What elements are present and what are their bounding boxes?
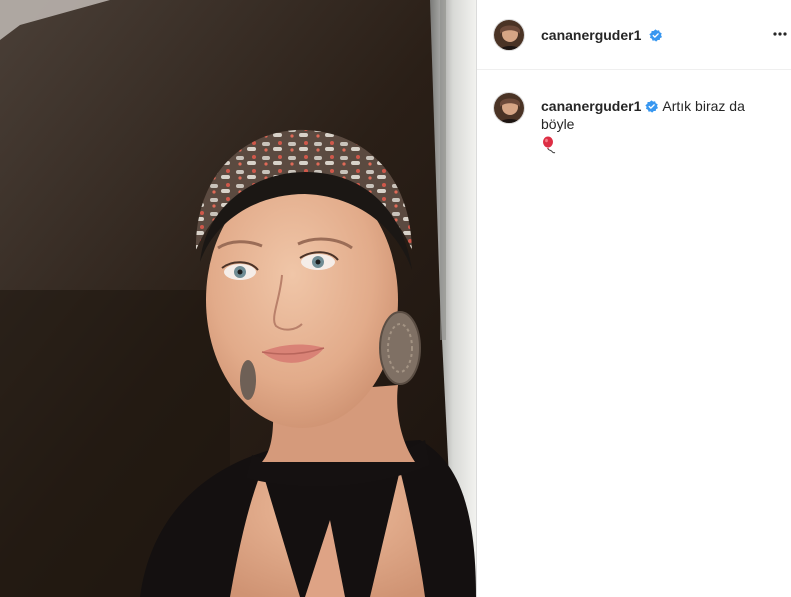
author-avatar[interactable] <box>493 18 525 51</box>
post-header: cananerguder1 <box>477 0 791 70</box>
verified-badge-icon <box>645 100 659 113</box>
more-options-icon <box>773 32 787 36</box>
selfie-photo-illustration <box>0 0 476 597</box>
instagram-post: cananerguder1 cananerguder1 Artık biraz … <box>0 0 791 597</box>
balloon-emoji-icon <box>543 136 556 154</box>
post-photo[interactable] <box>0 0 476 597</box>
author-username-text[interactable]: cananerguder1 <box>541 27 641 43</box>
caption-avatar[interactable] <box>493 92 525 124</box>
profile-photo-avatar <box>494 93 524 123</box>
author-username[interactable]: cananerguder1 <box>541 27 663 43</box>
caption: cananerguder1 Artık biraz da böyle <box>477 70 791 154</box>
caption-body: cananerguder1 Artık biraz da böyle <box>541 97 775 154</box>
profile-photo-avatar <box>494 19 524 50</box>
post-side-panel: cananerguder1 cananerguder1 Artık biraz … <box>476 0 791 597</box>
caption-username[interactable]: cananerguder1 <box>541 98 641 114</box>
verified-badge-icon <box>649 28 663 42</box>
more-options-button[interactable] <box>771 24 789 44</box>
